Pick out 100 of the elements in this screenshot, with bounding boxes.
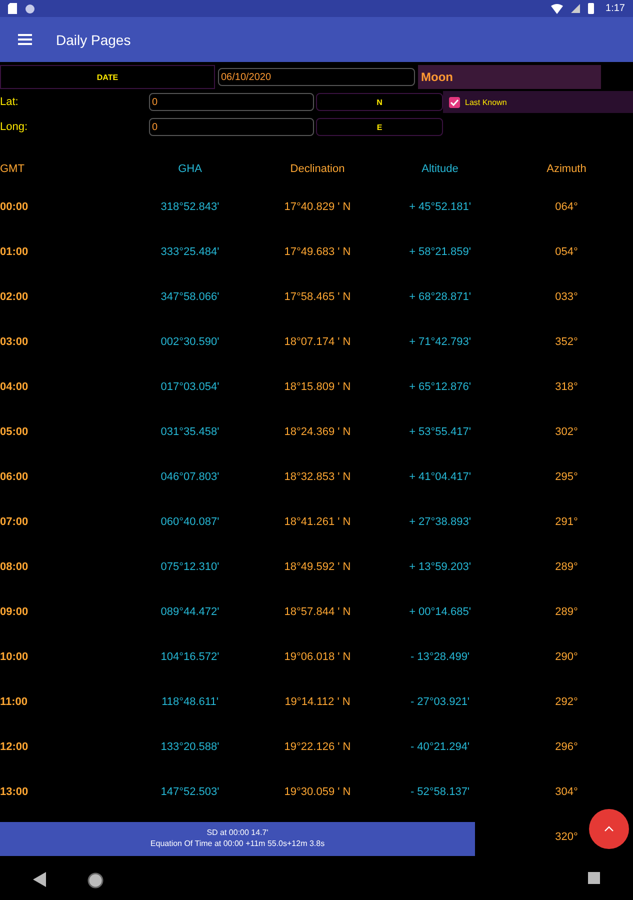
gha-cell-text: 075°12.310': [160, 560, 220, 572]
circle-icon: [25, 4, 35, 14]
battery-icon: [588, 3, 594, 14]
page-title: Daily Pages: [56, 32, 131, 48]
time-cell-text: 02:00: [0, 290, 30, 302]
altitude-cell-text: + 45°52.181': [408, 200, 472, 212]
altitude-cell-text: - 52°58.137': [409, 786, 471, 798]
azimuth-cell-text: 320°: [554, 830, 579, 842]
scroll-up-button[interactable]: [589, 809, 629, 849]
last-known-label: Last Known: [465, 98, 507, 106]
declination-cell-text: 19°14.112 ' N: [284, 696, 352, 708]
declination-cell-text: 17°40.829 ' N: [283, 200, 352, 212]
body-selector[interactable]: Moon: [418, 65, 601, 89]
menu-icon[interactable]: [18, 34, 32, 45]
declination-cell-text: 18°41.261 ' N: [283, 516, 352, 528]
azimuth-cell-text: 054°: [554, 246, 579, 258]
banner-text: Equation Of Time at 00:00 +11m 55.0s+12m 3.8s: [150, 839, 325, 850]
time-cell-text: 05:00: [0, 426, 30, 438]
long-hemisphere-button[interactable]: E: [316, 118, 443, 136]
column-header: GHA: [177, 163, 203, 175]
time-cell-text: 09:00: [0, 606, 30, 618]
back-icon[interactable]: [33, 872, 46, 887]
declination-cell-text: 17°49.683 ' N: [283, 246, 352, 258]
altitude-cell-text: + 41°04.417': [408, 470, 472, 482]
altitude-cell-text: + 27°38.893': [408, 516, 472, 528]
time-cell-text: 08:00: [0, 560, 30, 572]
last-known-checkbox[interactable]: [449, 96, 460, 108]
gha-cell-text: 104°16.572': [160, 650, 220, 662]
date-button[interactable]: DATE: [0, 65, 215, 89]
altitude-cell-text: + 13°59.203': [408, 560, 472, 572]
time-cell-text: 12:00: [0, 740, 30, 752]
gha-cell-text: 147°52.503': [160, 786, 220, 798]
time-cell-text: 10:00: [0, 650, 30, 662]
lat-hemisphere-button[interactable]: N: [316, 93, 443, 111]
long-label: Long:: [0, 121, 29, 133]
column-header: GMT: [0, 163, 26, 175]
gha-cell-text: 333°25.484': [160, 246, 220, 258]
azimuth-cell-text: 296°: [554, 740, 579, 752]
azimuth-cell-text: 291°: [554, 516, 579, 528]
gha-cell-text: 347°58.066': [160, 290, 220, 302]
long-field[interactable]: 0: [149, 118, 314, 136]
time-cell-text: 11:00: [0, 696, 29, 708]
altitude-cell-text: + 71°42.793': [408, 336, 472, 348]
clock-time: 1:17: [606, 3, 625, 14]
azimuth-cell-text: 352°: [554, 336, 579, 348]
altitude-cell-text: + 00°14.685': [408, 606, 472, 618]
gha-cell-text: 002°30.590': [160, 336, 220, 348]
azimuth-cell-text: 304°: [554, 786, 579, 798]
declination-cell-text: 19°30.059 ' N: [283, 786, 352, 798]
gha-cell-text: 133°20.588': [160, 740, 220, 752]
azimuth-cell-text: 033°: [554, 290, 579, 302]
banner-text: SD at 00:00 14.7': [206, 828, 268, 839]
declination-cell-text: 18°07.174 ' N: [283, 336, 352, 348]
column-header: Azimuth: [546, 163, 588, 175]
altitude-cell-text: + 58°21.859': [408, 246, 472, 258]
declination-cell-text: 19°22.126 ' N: [283, 740, 352, 752]
azimuth-cell-text: 064°: [554, 200, 579, 212]
azimuth-cell-text: 290°: [554, 650, 579, 662]
altitude-cell-text: + 65°12.876': [408, 380, 472, 392]
gha-cell-text: 031°35.458': [160, 426, 220, 438]
azimuth-cell-text: 302°: [554, 426, 579, 438]
gha-cell-text: 017°03.054': [160, 380, 220, 392]
time-cell-text: 04:00: [0, 380, 30, 392]
home-icon[interactable]: [87, 872, 104, 889]
altitude-cell-text: + 53°55.417': [408, 426, 472, 438]
altitude-cell-text: - 13°28.499': [409, 650, 471, 662]
lat-field[interactable]: 0: [149, 93, 314, 111]
time-cell-text: 13:00: [0, 786, 30, 798]
gha-cell-text: 118°48.611': [160, 696, 220, 708]
time-cell-text: 06:00: [0, 470, 30, 482]
azimuth-cell-text: 289°: [554, 606, 579, 618]
gha-cell-text: 060°40.087': [160, 516, 220, 528]
azimuth-cell-text: 318°: [554, 380, 579, 392]
column-header: Altitude: [420, 163, 460, 175]
signal-icon: [570, 4, 580, 13]
wifi-icon: [550, 4, 563, 14]
azimuth-cell-text: 289°: [554, 560, 579, 572]
declination-cell-text: 18°15.809 ' N: [283, 380, 352, 392]
altitude-cell-text: - 40°21.294': [409, 740, 471, 752]
azimuth-cell-text: 292°: [554, 696, 579, 708]
time-cell-text: 01:00: [0, 246, 30, 258]
declination-cell-text: 18°57.844 ' N: [283, 606, 352, 618]
date-field[interactable]: 06/10/2020: [218, 68, 415, 86]
gha-cell-text: 089°44.472': [160, 606, 220, 618]
declination-cell-text: 18°24.369 ' N: [283, 426, 352, 438]
chevron-up-icon: [604, 826, 614, 832]
azimuth-cell-text: 295°: [554, 470, 579, 482]
time-cell-text: 03:00: [0, 336, 30, 348]
gha-cell-text: 046°07.803': [160, 470, 220, 482]
declination-cell-text: 18°49.592 ' N: [283, 560, 352, 572]
time-cell-text: 07:00: [0, 516, 30, 528]
declination-cell-text: 17°58.465 ' N: [283, 290, 352, 302]
altitude-cell-text: + 68°28.871': [408, 290, 472, 302]
gha-cell-text: 318°52.843': [160, 200, 220, 212]
declination-cell-text: 19°06.018 ' N: [283, 650, 352, 662]
declination-cell-text: 18°32.853 ' N: [283, 470, 352, 482]
sd-card-icon: [8, 3, 17, 14]
time-cell-text: 00:00: [0, 200, 30, 212]
altitude-cell-text: - 27°03.921': [409, 696, 471, 708]
column-header: Declination: [289, 163, 346, 175]
